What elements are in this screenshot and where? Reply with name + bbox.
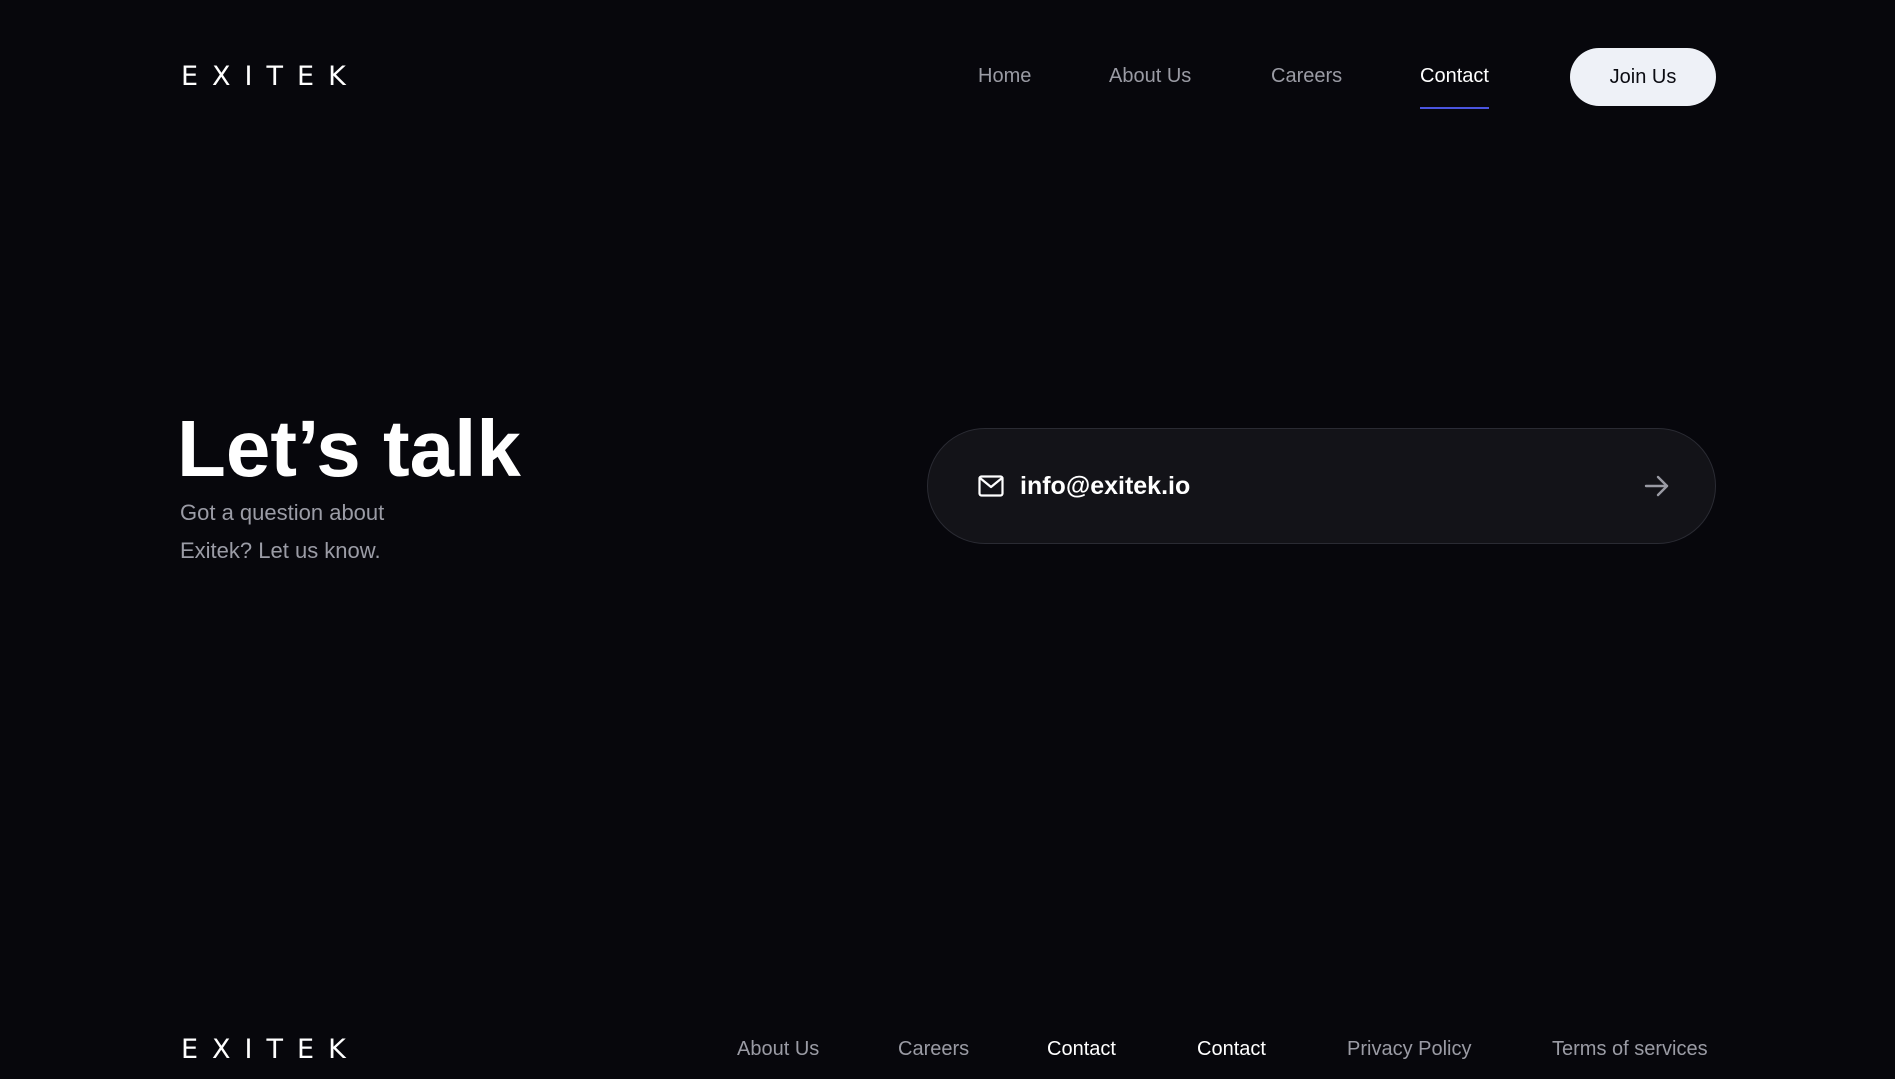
footer-logo[interactable]: EXITEK <box>181 1036 360 1063</box>
page-title: Let’s talk <box>177 404 521 493</box>
footer-careers-link[interactable]: Careers <box>898 1037 969 1061</box>
nav-about-link[interactable]: About Us <box>1109 64 1191 88</box>
email-address: info@exitek.io <box>1020 472 1191 500</box>
nav-contact-link[interactable]: Contact <box>1420 64 1489 109</box>
mail-icon <box>978 475 1004 497</box>
join-us-button[interactable]: Join Us <box>1570 48 1716 106</box>
email-contact-card[interactable]: info@exitek.io <box>927 428 1716 544</box>
nav-careers-link[interactable]: Careers <box>1271 64 1342 88</box>
site-header: EXITEK Home About Us Careers Contact Joi… <box>0 0 1895 152</box>
footer-about-link[interactable]: About Us <box>737 1037 819 1061</box>
nav-home-link[interactable]: Home <box>978 64 1031 88</box>
footer-contact-link-2[interactable]: Contact <box>1197 1037 1266 1061</box>
footer-privacy-link[interactable]: Privacy Policy <box>1347 1037 1471 1061</box>
active-nav-underline <box>1420 107 1489 109</box>
footer-terms-link[interactable]: Terms of services <box>1552 1037 1708 1061</box>
page-subtitle: Got a question about Exitek? Let us know… <box>180 500 385 563</box>
footer-contact-link[interactable]: Contact <box>1047 1037 1116 1061</box>
arrow-right-icon[interactable] <box>1644 474 1670 498</box>
nav-contact-label: Contact <box>1420 65 1489 87</box>
